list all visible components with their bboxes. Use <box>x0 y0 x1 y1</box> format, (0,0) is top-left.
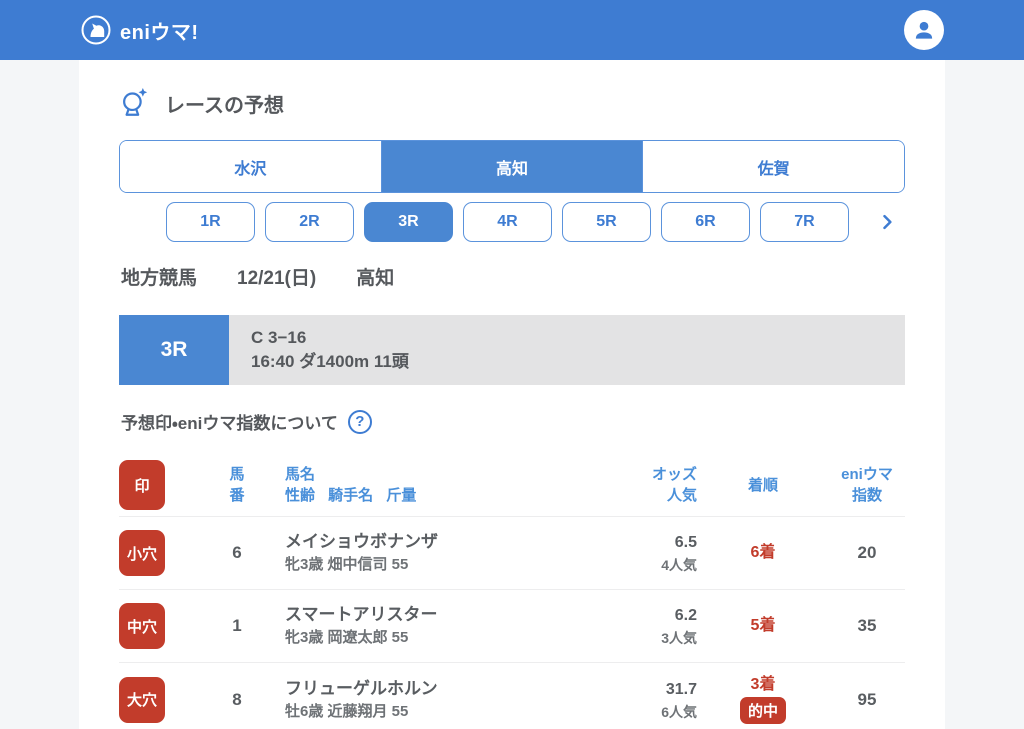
track-tab-mizusawa[interactable]: 水沢 <box>120 141 381 192</box>
track-tab-saga[interactable]: 佐賀 <box>642 141 904 192</box>
popularity-value: 3人気 <box>613 628 697 648</box>
meta-date: 12/21(日) <box>237 263 316 290</box>
odds-value: 31.7 <box>613 678 697 702</box>
horse-name: スマートアリスター <box>285 603 613 627</box>
hit-badge: 的中 <box>740 697 786 724</box>
eniuma-index: 20 <box>829 543 905 563</box>
horse-name: メイショウボナンザ <box>285 530 613 554</box>
race-banner-number: 3R <box>119 315 229 385</box>
help-question-icon[interactable]: ? <box>348 410 372 434</box>
info-link-label: 予想印・eniウマ指数について <box>121 409 338 434</box>
header-mark-badge: 印 <box>119 460 165 510</box>
app-header: eniウマ! <box>0 0 1024 60</box>
horse-number: 8 <box>189 690 285 710</box>
eniuma-index: 95 <box>829 690 905 710</box>
page-title: レースの予想 <box>165 89 284 118</box>
header-index: eniウマ 指数 <box>829 464 905 506</box>
prediction-table: 印 馬 番 馬名 性齢 騎手名 斤量 オッズ 人気 着順 eniウマ 指数 小穴 <box>119 454 905 729</box>
app-logo-text: eniウマ! <box>120 16 199 45</box>
track-tab-kochi[interactable]: 高知 <box>381 141 643 192</box>
finish-position: 6着 <box>697 543 829 563</box>
race-button-4r[interactable]: 4R <box>463 202 552 242</box>
mark-badge: 中穴 <box>119 603 165 649</box>
user-avatar-button[interactable] <box>904 10 944 50</box>
race-class: C 3−16 <box>251 326 905 350</box>
crystal-ball-icon <box>119 86 151 120</box>
app-logo[interactable]: eniウマ! <box>80 14 199 46</box>
track-tabs: 水沢 高知 佐賀 <box>119 140 905 193</box>
horse-name: フリューゲルホルン <box>285 677 613 701</box>
finish-position: 5着 <box>697 616 829 636</box>
meta-category: 地方競馬 <box>121 263 197 290</box>
table-row[interactable]: 中穴 1 スマートアリスター 牝3歳 岡遼太郎 55 6.2 3人気 5着 35 <box>119 590 905 663</box>
race-banner-body: C 3−16 16:40 ダ1400m 11頭 <box>229 315 905 385</box>
table-row[interactable]: 小穴 6 メイショウボナンザ 牝3歳 畑中信司 55 6.5 4人気 6着 20 <box>119 517 905 590</box>
finish-position: 3着 <box>697 675 829 695</box>
race-button-6r[interactable]: 6R <box>661 202 750 242</box>
header-odds: オッズ 人気 <box>613 464 697 506</box>
race-button-1r[interactable]: 1R <box>166 202 255 242</box>
popularity-value: 6人気 <box>613 702 697 722</box>
page-title-row: レースの予想 <box>119 86 905 120</box>
mark-badge: 大穴 <box>119 677 165 723</box>
race-button-2r[interactable]: 2R <box>265 202 354 242</box>
popularity-value: 4人気 <box>613 555 697 575</box>
race-button-7r[interactable]: 7R <box>760 202 849 242</box>
info-link-row: 予想印・eniウマ指数について ? <box>119 409 905 434</box>
race-banner: 3R C 3−16 16:40 ダ1400m 11頭 <box>119 315 905 385</box>
person-icon <box>911 17 937 43</box>
header-horse-name: 馬名 性齢 騎手名 斤量 <box>285 464 613 506</box>
header-result: 着順 <box>697 475 829 496</box>
horse-detail: 牝3歳 畑中信司 55 <box>285 554 613 576</box>
horse-logo-icon <box>80 14 112 46</box>
horse-detail: 牝3歳 岡遼太郎 55 <box>285 627 613 649</box>
race-selector: 1R 2R 3R 4R 5R 6R 7R <box>119 202 905 242</box>
horse-detail: 牡6歳 近藤翔月 55 <box>285 701 613 723</box>
race-details: 16:40 ダ1400m 11頭 <box>251 350 905 374</box>
mark-badge: 小穴 <box>119 530 165 576</box>
chevron-right-icon[interactable] <box>877 212 897 232</box>
eniuma-index: 35 <box>829 616 905 636</box>
race-button-5r[interactable]: 5R <box>562 202 651 242</box>
horse-number: 1 <box>189 616 285 636</box>
odds-value: 6.2 <box>613 604 697 628</box>
meta-track: 高知 <box>356 263 394 290</box>
table-header-row: 印 馬 番 馬名 性齢 騎手名 斤量 オッズ 人気 着順 eniウマ 指数 <box>119 454 905 517</box>
table-row[interactable]: 大穴 8 フリューゲルホルン 牡6歳 近藤翔月 55 31.7 6人気 3着 的… <box>119 663 905 729</box>
odds-value: 6.5 <box>613 531 697 555</box>
header-horse-number: 馬 番 <box>189 464 285 506</box>
main-content-card: レースの予想 水沢 高知 佐賀 1R 2R 3R 4R 5R 6R 7R 地方競… <box>79 60 945 729</box>
race-button-3r[interactable]: 3R <box>364 202 453 242</box>
horse-number: 6 <box>189 543 285 563</box>
race-meta: 地方競馬 12/21(日) 高知 <box>119 263 905 290</box>
